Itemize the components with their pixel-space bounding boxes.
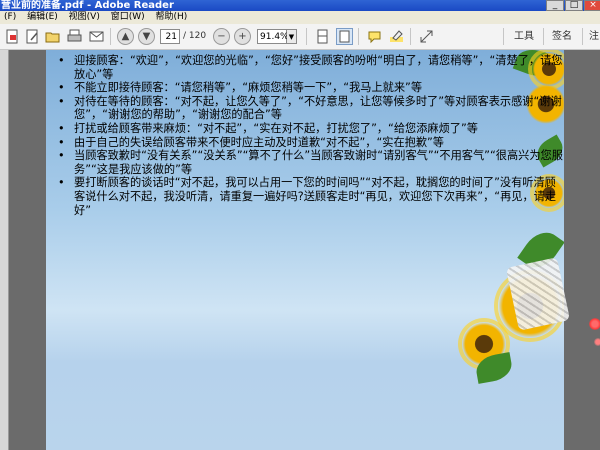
sign-pane-button[interactable]: 签名 <box>552 29 572 44</box>
toolbar-divider <box>410 28 411 45</box>
menu-edit[interactable]: 编辑(E) <box>23 11 62 24</box>
close-window-button[interactable]: × <box>584 0 600 11</box>
list-item-text: 要打断顾客的谈话时“对不起，我可以占用一下您的时间吗”“对不起，耽搁您的时间了”… <box>74 176 557 217</box>
highlight-icon[interactable] <box>388 28 405 45</box>
list-item: • 迎接顾客：“欢迎”，“欢迎您的光临”，“您好”接受顾客的吩咐“明白了，请您稍等… <box>58 54 563 81</box>
zoom-in-icon[interactable]: + <box>234 28 251 45</box>
list-item-text: 迎接顾客：“欢迎”，“欢迎您的光临”，“您好”接受顾客的吩咐“明白了，请您稍等”… <box>74 54 563 81</box>
create-pdf-icon[interactable] <box>4 28 21 45</box>
list-item: • 由于自己的失误给顾客带来不便时应主动及时道歉“对不起”，“实在抱歉”等 <box>58 135 444 149</box>
list-item-text: 当顾客致歉时“没有关系”“没关系”“算不了什么”当顾客致谢时“请别客气”“不用客… <box>74 149 563 176</box>
page-count: / 120 <box>183 31 207 41</box>
previous-page-icon[interactable]: ▲ <box>117 28 134 45</box>
navigation-pane-divider <box>8 50 9 450</box>
list-item-text: 打扰或给顾客带来麻烦：“对不起”，“实在对不起，打扰您了”，“给您添麻烦了”等 <box>74 121 478 135</box>
menu-bar: (F) 编辑(E) 视图(V) 窗口(W) 帮助(H) <box>0 11 600 24</box>
document-background <box>564 50 600 450</box>
minimize-button[interactable]: _ <box>546 0 564 11</box>
window-title: 营业前的准备.pdf - Adobe Reader <box>1 0 174 11</box>
toolbar-divider <box>543 28 544 45</box>
zoom-level-input[interactable]: 91.4% <box>257 29 289 44</box>
zoom-dropdown-icon[interactable]: ▼ <box>287 29 297 44</box>
list-item: • 打扰或给顾客带来麻烦：“对不起”，“实在对不起，打扰您了”，“给您添麻烦了”等 <box>58 121 478 135</box>
scroll-mode-icon[interactable] <box>314 28 331 45</box>
list-item: • 不能立即接待顾客：“请您稍等”，“麻烦您稍等一下”，“我马上就来”等 <box>58 81 423 95</box>
list-item-text: 对待在等待的顾客：“对不起，让您久等了”，“不好意思，让您等候多时了”等对顾客表… <box>74 94 562 122</box>
next-page-icon[interactable]: ▼ <box>138 28 155 45</box>
email-icon[interactable] <box>88 28 105 45</box>
menu-view[interactable]: 视图(V) <box>65 11 104 24</box>
red-flower-decoration <box>589 318 600 330</box>
navigation-pane[interactable] <box>0 50 9 450</box>
print-icon[interactable] <box>66 28 83 45</box>
maximize-button[interactable]: □ <box>565 0 583 11</box>
red-flower-decoration <box>594 338 600 346</box>
page-number-input[interactable]: 21 <box>160 29 180 44</box>
toolbar-divider <box>306 28 307 45</box>
menu-window[interactable]: 窗口(W) <box>107 11 149 24</box>
toolbar-divider <box>110 28 111 45</box>
zoom-out-icon[interactable]: − <box>213 28 230 45</box>
open-folder-icon[interactable] <box>44 28 61 45</box>
toolbar-divider <box>582 28 583 45</box>
tools-pane-button[interactable]: 工具 <box>514 29 534 44</box>
title-bar: 营业前的准备.pdf - Adobe Reader <box>0 0 600 11</box>
toolbar: ▲ ▼ 21 / 120 − + 91.4% ▼ 工具 签名 注 <box>0 24 600 50</box>
comment-pane-button[interactable]: 注 <box>589 29 599 44</box>
comment-icon[interactable] <box>366 28 383 45</box>
document-page: • 迎接顾客：“欢迎”，“欢迎您的光临”，“您好”接受顾客的吩咐“明白了，请您稍等… <box>46 50 564 450</box>
list-item-text: 由于自己的失误给顾客带来不便时应主动及时道歉“对不起”，“实在抱歉”等 <box>74 135 444 149</box>
list-item: • 要打断顾客的谈话时“对不起，我可以占用一下您的时间吗”“对不起，耽搁您的时间了… <box>58 176 557 217</box>
toolbar-divider <box>503 28 504 45</box>
toolbar-divider <box>358 28 359 45</box>
list-item: • 对待在等待的顾客：“对不起，让您久等了”，“不好意思，让您等候多时了”等对顾客… <box>58 94 562 122</box>
fit-page-icon[interactable] <box>336 28 353 45</box>
list-item: • 当顾客致歉时“没有关系”“没关系”“算不了什么”当顾客致谢时“请别客气”“不用… <box>58 149 563 176</box>
bullet-list: • 迎接顾客：“欢迎”，“欢迎您的光临”，“您好”接受顾客的吩咐“明白了，请您稍等… <box>52 54 564 217</box>
menu-file[interactable]: (F) <box>0 11 20 24</box>
menu-help[interactable]: 帮助(H) <box>152 11 192 24</box>
expand-icon[interactable] <box>418 28 435 45</box>
edit-pdf-icon[interactable] <box>24 28 41 45</box>
list-item-text: 不能立即接待顾客：“请您稍等”，“麻烦您稍等一下”，“我马上就来”等 <box>74 81 423 95</box>
